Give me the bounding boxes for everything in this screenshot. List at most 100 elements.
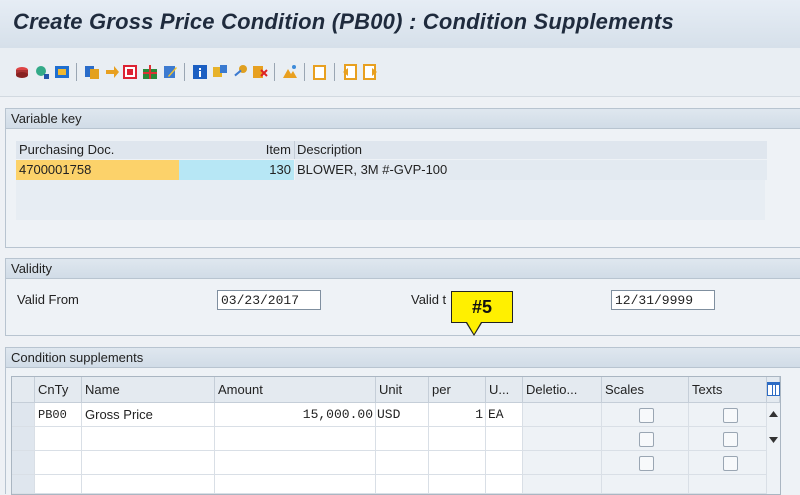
info-icon[interactable] bbox=[192, 64, 208, 80]
cost-icon[interactable] bbox=[54, 64, 70, 80]
deletion-cell bbox=[523, 451, 602, 475]
validity-header: Validity bbox=[6, 259, 800, 279]
per-cell[interactable] bbox=[429, 451, 486, 475]
variable-key-header: Variable key bbox=[6, 109, 800, 129]
name-cell bbox=[82, 475, 215, 494]
row-selector[interactable] bbox=[12, 403, 35, 427]
prev-item-icon[interactable] bbox=[342, 64, 358, 80]
uom-cell[interactable] bbox=[486, 427, 523, 451]
toolbar-separator bbox=[304, 63, 305, 81]
texts-cell bbox=[689, 427, 767, 451]
next-icon[interactable] bbox=[104, 64, 120, 80]
item-value[interactable]: 130 bbox=[179, 160, 294, 180]
texts-checkbox[interactable] bbox=[723, 456, 738, 471]
texts-column-header[interactable]: Texts bbox=[689, 377, 767, 403]
next-item-icon[interactable] bbox=[362, 64, 378, 80]
condition-supplements-table: CnTy Name Amount Unit per U... Deletio..… bbox=[11, 376, 781, 495]
scroll-down-icon[interactable] bbox=[769, 437, 778, 443]
amount-column-header[interactable]: Amount bbox=[215, 377, 376, 403]
amount-cell[interactable] bbox=[215, 451, 376, 475]
copy-icon[interactable] bbox=[84, 64, 100, 80]
texts-checkbox[interactable] bbox=[723, 408, 738, 423]
deletion-cell bbox=[523, 475, 602, 494]
key-icon[interactable] bbox=[232, 64, 248, 80]
unit-cell[interactable] bbox=[376, 427, 429, 451]
page-title: Create Gross Price Condition (PB00) : Co… bbox=[13, 9, 674, 34]
cnty-cell[interactable]: PB00 bbox=[35, 403, 82, 427]
scales-checkbox[interactable] bbox=[639, 456, 654, 471]
table-settings-icon bbox=[767, 382, 780, 396]
unit-cell[interactable] bbox=[376, 475, 429, 494]
row-selector[interactable] bbox=[12, 451, 35, 475]
scales-checkbox[interactable] bbox=[639, 408, 654, 423]
variable-key-empty-area bbox=[16, 180, 765, 220]
uom-cell[interactable] bbox=[486, 451, 523, 475]
doc-icon[interactable] bbox=[312, 64, 328, 80]
cnty-cell[interactable] bbox=[35, 451, 82, 475]
purchasing-doc-value[interactable]: 4700001758 bbox=[16, 160, 181, 180]
cnty-cell[interactable] bbox=[35, 427, 82, 451]
scales-icon[interactable] bbox=[212, 64, 228, 80]
row-selector[interactable] bbox=[12, 475, 35, 494]
condition-info-icon[interactable] bbox=[34, 64, 50, 80]
toolbar-separator bbox=[334, 63, 335, 81]
deletion-column-header[interactable]: Deletio... bbox=[523, 377, 602, 403]
toolbar-separator bbox=[76, 63, 77, 81]
unit-cell[interactable]: USD bbox=[376, 403, 429, 427]
valid-to-label: Valid t bbox=[411, 292, 447, 307]
scales-cell bbox=[602, 475, 689, 494]
gift-icon[interactable] bbox=[142, 64, 158, 80]
vertical-scrollbar[interactable] bbox=[767, 403, 780, 494]
title-bar: Create Gross Price Condition (PB00) : Co… bbox=[0, 0, 800, 49]
per-cell[interactable] bbox=[429, 475, 486, 494]
valid-to-field[interactable]: 12/31/9999 bbox=[611, 290, 715, 310]
purchasing-doc-column-header: Purchasing Doc. bbox=[16, 141, 182, 159]
name-cell bbox=[82, 427, 215, 451]
uom-cell[interactable] bbox=[486, 475, 523, 494]
cnty-cell[interactable] bbox=[35, 475, 82, 494]
texts-checkbox[interactable] bbox=[723, 432, 738, 447]
deletion-icon[interactable] bbox=[252, 64, 268, 80]
scales-cell bbox=[602, 451, 689, 475]
toolbar-separator bbox=[274, 63, 275, 81]
texts-cell bbox=[689, 475, 767, 494]
step-callout: #5 bbox=[451, 291, 513, 336]
uom-column-header[interactable]: U... bbox=[486, 377, 523, 403]
scale-icon[interactable] bbox=[14, 64, 30, 80]
item-column-header: Item bbox=[179, 141, 295, 159]
validity-panel: Validity Valid From 03/23/2017 Valid t 1… bbox=[5, 258, 800, 336]
texts-cell bbox=[689, 451, 767, 475]
edit-icon[interactable] bbox=[162, 64, 178, 80]
uom-cell[interactable]: EA bbox=[486, 403, 523, 427]
scales-cell bbox=[602, 403, 689, 427]
variable-key-panel: Variable key Purchasing Doc. Item Descri… bbox=[5, 108, 800, 248]
valid-from-label: Valid From bbox=[17, 292, 79, 307]
deletion-cell bbox=[523, 403, 602, 427]
per-cell[interactable]: 1 bbox=[429, 403, 486, 427]
column-settings-button[interactable] bbox=[767, 377, 780, 403]
mountain-icon[interactable] bbox=[282, 64, 298, 80]
amount-cell[interactable] bbox=[215, 427, 376, 451]
per-column-header[interactable]: per bbox=[429, 377, 486, 403]
valid-from-field[interactable]: 03/23/2017 bbox=[217, 290, 321, 310]
row-selector[interactable] bbox=[12, 427, 35, 451]
name-column-header[interactable]: Name bbox=[82, 377, 215, 403]
per-cell[interactable] bbox=[429, 427, 486, 451]
unit-column-header[interactable]: Unit bbox=[376, 377, 429, 403]
amount-cell[interactable]: 15,000.00 bbox=[215, 403, 376, 427]
row-selector-header[interactable] bbox=[12, 377, 35, 403]
pricing-icon[interactable] bbox=[122, 64, 138, 80]
name-cell: Gross Price bbox=[82, 403, 215, 427]
toolbar-separator bbox=[184, 63, 185, 81]
description-column-header: Description bbox=[295, 141, 767, 159]
condition-supplements-header: Condition supplements bbox=[6, 348, 800, 368]
scales-cell bbox=[602, 427, 689, 451]
scales-checkbox[interactable] bbox=[639, 432, 654, 447]
scroll-up-icon[interactable] bbox=[769, 411, 778, 417]
amount-cell[interactable] bbox=[215, 475, 376, 494]
scales-column-header[interactable]: Scales bbox=[602, 377, 689, 403]
cnty-column-header[interactable]: CnTy bbox=[35, 377, 82, 403]
name-cell bbox=[82, 451, 215, 475]
deletion-cell bbox=[523, 427, 602, 451]
unit-cell[interactable] bbox=[376, 451, 429, 475]
